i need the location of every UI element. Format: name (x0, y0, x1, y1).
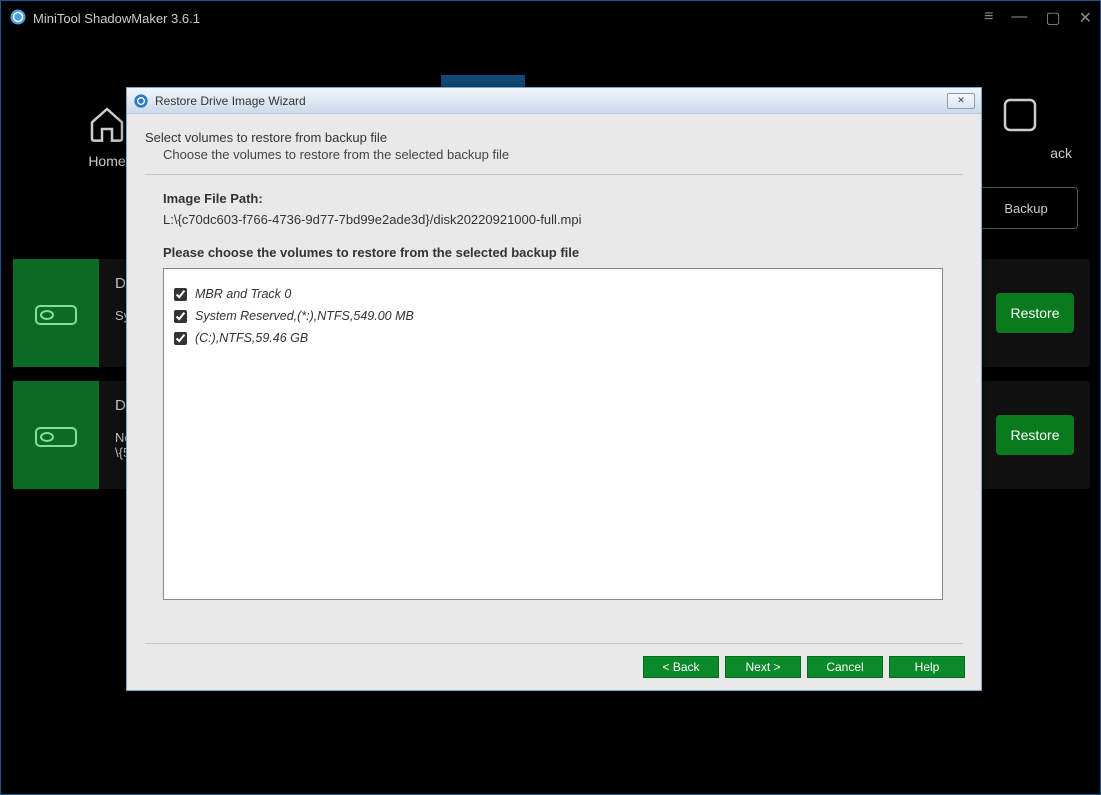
back-button[interactable]: < Back (643, 656, 719, 678)
cancel-button[interactable]: Cancel (807, 656, 883, 678)
app-logo-icon (9, 8, 27, 29)
dialog-instruction-sub: Choose the volumes to restore from the s… (145, 147, 963, 162)
app-titlebar: MiniTool ShadowMaker 3.6.1 ≡ — ▢ ✕ (1, 1, 1100, 35)
volume-row[interactable]: MBR and Track 0 (174, 287, 932, 301)
nav-right-icon (1000, 95, 1040, 135)
volume-row[interactable]: System Reserved,(*:),NTFS,549.00 MB (174, 309, 932, 323)
volume-label: MBR and Track 0 (195, 287, 291, 301)
maximize-icon[interactable]: ▢ (1045, 8, 1060, 28)
volume-checkbox[interactable] (174, 288, 187, 301)
dialog-title: Restore Drive Image Wizard (155, 94, 306, 108)
restore-button[interactable]: Restore (996, 415, 1074, 455)
menu-icon[interactable]: ≡ (984, 8, 993, 28)
divider (145, 643, 963, 644)
drive-icon (13, 259, 99, 367)
help-button[interactable]: Help (889, 656, 965, 678)
volume-row[interactable]: (C:),NTFS,59.46 GB (174, 331, 932, 345)
restore-wizard-dialog: Restore Drive Image Wizard ✕ Select volu… (126, 87, 982, 691)
image-path-label: Image File Path: (163, 191, 963, 206)
app-title: MiniTool ShadowMaker 3.6.1 (33, 11, 200, 26)
dialog-footer: < Back Next > Cancel Help (643, 656, 965, 678)
close-icon[interactable]: ✕ (1079, 8, 1092, 28)
volume-label: System Reserved,(*:),NTFS,549.00 MB (195, 309, 414, 323)
dialog-close-button[interactable]: ✕ (947, 93, 975, 109)
dialog-instruction-heading: Select volumes to restore from backup fi… (145, 130, 963, 145)
divider (145, 174, 963, 175)
volumes-listbox[interactable]: MBR and Track 0 System Reserved,(*:),NTF… (163, 268, 943, 600)
volume-checkbox[interactable] (174, 332, 187, 345)
next-button[interactable]: Next > (725, 656, 801, 678)
volume-checkbox[interactable] (174, 310, 187, 323)
image-path-value: L:\{c70dc603-f766-4736-9d77-7bd99e2ade3d… (163, 212, 963, 227)
drive-icon (13, 381, 99, 489)
volume-label: (C:),NTFS,59.46 GB (195, 331, 308, 345)
minimize-icon[interactable]: — (1011, 8, 1027, 28)
wizard-icon (133, 93, 149, 109)
dialog-titlebar[interactable]: Restore Drive Image Wizard ✕ (127, 88, 981, 114)
add-backup-button[interactable]: Backup (974, 187, 1078, 229)
restore-button[interactable]: Restore (996, 293, 1074, 333)
nav-right-partial-label: ack (1050, 145, 1072, 161)
choose-volumes-label: Please choose the volumes to restore fro… (163, 245, 963, 260)
